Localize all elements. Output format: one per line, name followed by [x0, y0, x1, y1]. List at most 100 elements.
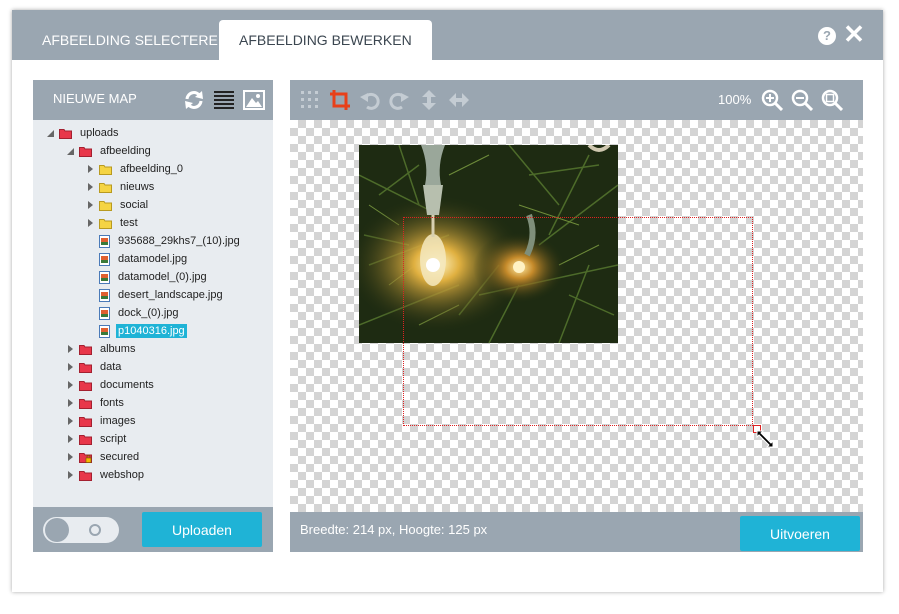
crop-icon[interactable]: [329, 89, 351, 111]
editor-toolbar: 100%: [290, 80, 863, 120]
folder-icon: [79, 380, 92, 391]
tree-folder-item[interactable]: afbeelding_0: [85, 160, 185, 178]
collapsed-arrow-icon[interactable]: [65, 398, 75, 408]
folder-icon: [79, 434, 92, 445]
collapsed-arrow-icon[interactable]: [65, 344, 75, 354]
tree-folder-item[interactable]: secured: [65, 448, 141, 466]
new-folder-button[interactable]: NIEUWE MAP: [53, 80, 137, 118]
collapsed-arrow-icon[interactable]: [65, 452, 75, 462]
tree-folder-item[interactable]: documents: [65, 376, 156, 394]
tree-file-item[interactable]: dock_(0).jpg: [85, 304, 181, 322]
crop-selection[interactable]: [403, 217, 753, 426]
collapsed-arrow-icon[interactable]: [65, 416, 75, 426]
rotate-left-icon[interactable]: [359, 89, 381, 111]
folder-icon: [79, 398, 92, 409]
collapsed-arrow-icon[interactable]: [65, 470, 75, 480]
image-editor: 100% Breedte: 214 px, Hoogte: 125 px Uit…: [290, 80, 863, 552]
toggle-knob: [45, 518, 69, 542]
flip-horizontal-icon[interactable]: [448, 89, 470, 111]
expanded-arrow-icon[interactable]: [65, 146, 75, 156]
zoom-fit-icon[interactable]: [821, 89, 843, 111]
thumbnail-view-icon[interactable]: [243, 89, 265, 111]
flip-vertical-icon[interactable]: [418, 89, 440, 111]
zoom-out-icon[interactable]: [791, 89, 813, 111]
folder-icon: [99, 200, 112, 211]
tab-select-image[interactable]: AFBEELDING SELECTEREN: [22, 20, 248, 60]
tree-item-label: dock_(0).jpg: [118, 307, 179, 319]
tree-folder-item[interactable]: fonts: [65, 394, 126, 412]
collapsed-arrow-icon[interactable]: [85, 218, 95, 228]
tree-file-item[interactable]: p1040316.jpg: [85, 322, 187, 340]
toggle-off-indicator: [89, 524, 101, 536]
crop-dimensions: Breedte: 214 px, Hoogte: 125 px: [300, 522, 488, 537]
folder-icon: [99, 182, 112, 193]
tree-folder-item[interactable]: webshop: [65, 466, 146, 484]
tree-file-item[interactable]: 935688_29khs7_(10).jpg: [85, 232, 242, 250]
image-file-icon: [99, 234, 110, 248]
tree-file-item[interactable]: datamodel_(0).jpg: [85, 268, 209, 286]
tree-folder-item[interactable]: test: [85, 214, 140, 232]
upload-button[interactable]: Uploaden: [142, 512, 262, 547]
tree-spacer: [85, 272, 95, 282]
folder-icon: [79, 416, 92, 427]
image-dialog: AFBEELDING SELECTEREN AFBEELDING BEWERKE…: [12, 10, 883, 592]
tree-item-label: social: [120, 199, 149, 211]
tree-folder-item[interactable]: images: [65, 412, 137, 430]
folder-icon: [99, 218, 112, 229]
tree-folder-item[interactable]: afbeelding: [65, 142, 153, 160]
folder-icon: [99, 164, 112, 175]
tree-item-label: webshop: [100, 469, 145, 481]
folder-icon: [79, 362, 92, 373]
tree-file-item[interactable]: desert_landscape.jpg: [85, 286, 225, 304]
tree-item-label: 935688_29khs7_(10).jpg: [118, 235, 240, 247]
tree-item-label: images: [100, 415, 136, 427]
tree-folder-item[interactable]: nieuws: [85, 178, 156, 196]
folder-icon: [79, 344, 92, 355]
tree-folder-item[interactable]: social: [85, 196, 150, 214]
tree-spacer: [85, 254, 95, 264]
tree-item-label: fonts: [100, 397, 124, 409]
tree-folder-item[interactable]: data: [65, 358, 123, 376]
tree-file-item[interactable]: datamodel.jpg: [85, 250, 189, 268]
collapsed-arrow-icon[interactable]: [65, 362, 75, 372]
tree-folder-item[interactable]: albums: [65, 340, 137, 358]
collapsed-arrow-icon[interactable]: [85, 182, 95, 192]
tree-item-label: datamodel.jpg: [118, 253, 188, 265]
zoom-level: 100%: [718, 92, 752, 107]
list-view-icon[interactable]: [214, 90, 234, 110]
execute-button[interactable]: Uitvoeren: [740, 516, 860, 551]
refresh-icon[interactable]: [183, 89, 205, 111]
tree-folder-item[interactable]: script: [65, 430, 128, 448]
tab-edit-image[interactable]: AFBEELDING BEWERKEN: [219, 20, 432, 60]
folder-icon: [79, 146, 92, 157]
collapsed-arrow-icon[interactable]: [85, 164, 95, 174]
editor-canvas[interactable]: [290, 120, 863, 512]
tree-item-label: secured: [100, 451, 140, 463]
view-toggle[interactable]: [43, 517, 119, 543]
collapsed-arrow-icon[interactable]: [65, 434, 75, 444]
close-icon[interactable]: ✕: [843, 21, 865, 47]
zoom-in-icon[interactable]: [761, 89, 783, 111]
image-file-icon: [99, 270, 110, 284]
locked-folder-icon: [79, 452, 92, 463]
tree-folder-item[interactable]: uploads: [45, 124, 121, 142]
file-browser-header: NIEUWE MAP: [33, 80, 273, 120]
file-browser: NIEUWE MAP uploads afbeelding afbeelding_0: [33, 80, 273, 552]
collapsed-arrow-icon[interactable]: [65, 380, 75, 390]
expanded-arrow-icon[interactable]: [45, 128, 55, 138]
editor-footer: Breedte: 214 px, Hoogte: 125 px Uitvoere…: [290, 512, 863, 552]
tree-item-label: afbeelding: [100, 145, 151, 157]
file-browser-footer: Uploaden: [33, 507, 273, 552]
tree-item-label: documents: [100, 379, 154, 391]
tree-item-label: test: [120, 217, 138, 229]
image-file-icon: [99, 306, 110, 320]
rotate-right-icon[interactable]: [388, 89, 410, 111]
collapsed-arrow-icon[interactable]: [85, 200, 95, 210]
tree-item-label: uploads: [80, 127, 119, 139]
tree-item-label: datamodel_(0).jpg: [118, 271, 207, 283]
image-file-icon: [99, 324, 110, 338]
grid-icon[interactable]: [299, 89, 321, 111]
help-icon[interactable]: ?: [818, 27, 836, 45]
tree-spacer: [85, 308, 95, 318]
tree-spacer: [85, 236, 95, 246]
